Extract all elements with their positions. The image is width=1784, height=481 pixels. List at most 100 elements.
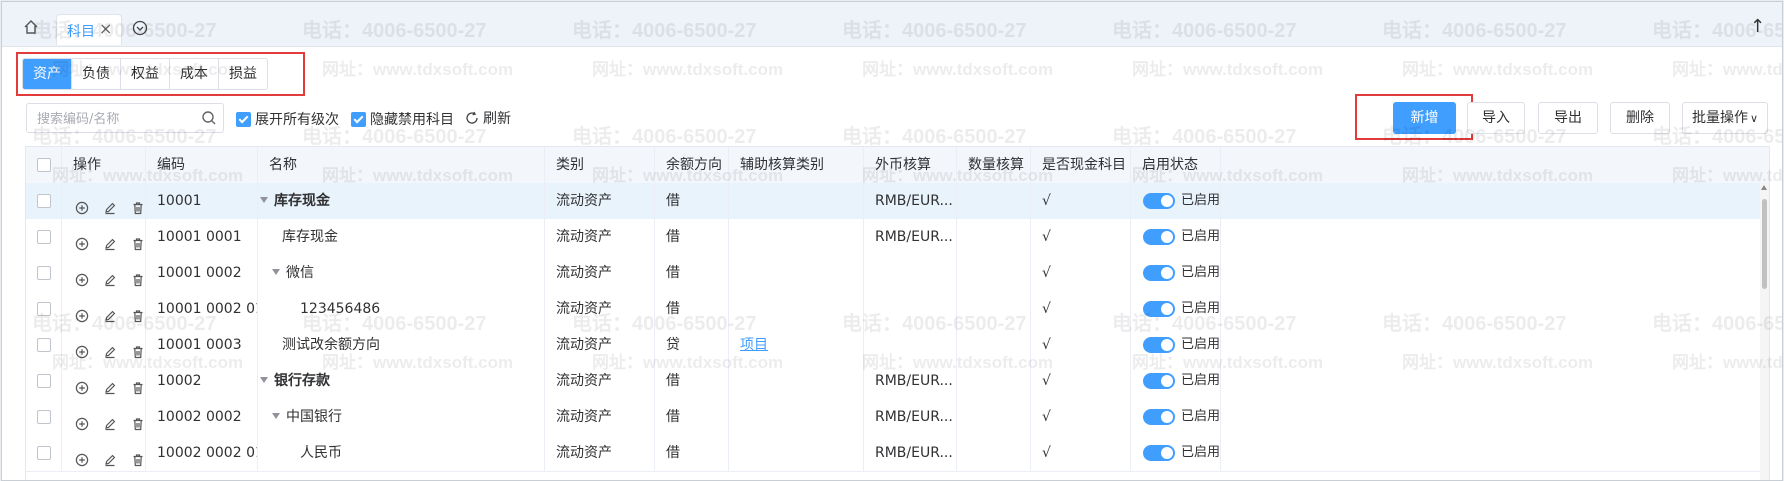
table-row[interactable]: 10001 0003 测试改余额方向 流动资产贷项目 √ 已启用 (26, 327, 1769, 364)
aux-link[interactable]: 项目 (740, 337, 768, 353)
scroll-top-icon[interactable]: ↑ (1750, 16, 1765, 37)
edit-icon[interactable] (103, 409, 119, 431)
status-toggle[interactable] (1143, 193, 1175, 209)
status-toggle[interactable] (1143, 337, 1175, 353)
status-label: 已启用 (1181, 265, 1221, 280)
edit-icon[interactable] (103, 337, 119, 359)
row-select-cell (26, 255, 62, 291)
refresh-button[interactable]: 刷新 (465, 108, 511, 128)
row-checkbox[interactable] (37, 302, 51, 316)
category-tab-1[interactable]: 负债 (72, 59, 121, 89)
add-child-icon[interactable] (75, 373, 91, 395)
status-toggle[interactable] (1143, 373, 1175, 389)
status-toggle[interactable] (1143, 265, 1175, 281)
vertical-scrollbar[interactable] (1760, 183, 1769, 480)
expand-caret-icon[interactable] (272, 413, 280, 419)
add-child-icon[interactable] (75, 337, 91, 359)
code-cell: 10001 0002 (146, 255, 258, 291)
export-button[interactable]: 导出 (1538, 102, 1598, 134)
delete-icon[interactable] (131, 301, 145, 323)
row-checkbox[interactable] (37, 230, 51, 244)
subjects-table: 操作 编码 名称 类别 余额方向 辅助核算类别 外币核算 数量核算 是否现金科目 启用状态 100… (25, 146, 1770, 480)
direction-cell: 借 (655, 183, 729, 219)
delete-icon[interactable] (131, 265, 145, 287)
category-tab-4[interactable]: 损益 (219, 59, 267, 89)
row-checkbox[interactable] (37, 338, 51, 352)
table-row[interactable]: 10002 0002 中国银行 流动资产借 RMB/EUR... √ 已启用 (26, 399, 1769, 436)
delete-icon[interactable] (131, 337, 145, 359)
add-child-icon[interactable] (75, 445, 91, 467)
hide-disabled-label: 隐藏禁用科目 (370, 112, 454, 128)
status-toggle[interactable] (1143, 301, 1175, 317)
category-tab-0[interactable]: 资产 (23, 59, 72, 89)
table-row[interactable]: 10001 0002 01 123456486 流动资产借 √ 已启用 (26, 291, 1769, 328)
type-cell: 流动资产 (545, 435, 655, 471)
delete-icon[interactable] (131, 229, 145, 251)
table-row[interactable]: 10002 银行存款 流动资产借 RMB/EUR... √ 已启用 (26, 363, 1769, 400)
table-row[interactable]: 10002 0002 01 人民币 流动资产借 RMB/EUR... √ 已启用 (26, 435, 1769, 472)
home-icon[interactable] (22, 18, 40, 36)
row-select-cell (26, 291, 62, 327)
table-row[interactable]: 10001 库存现金 流动资产借 RMB/EUR... √ 已启用 (26, 183, 1769, 220)
add-child-icon[interactable] (75, 409, 91, 431)
row-checkbox[interactable] (37, 194, 51, 208)
chevron-down-icon: ∨ (1749, 112, 1759, 125)
direction-cell: 借 (655, 291, 729, 327)
add-child-icon[interactable] (75, 229, 91, 251)
import-button[interactable]: 导入 (1467, 102, 1525, 134)
search-input[interactable] (35, 104, 199, 134)
chevron-down-circle-icon[interactable] (132, 20, 148, 36)
edit-icon[interactable] (103, 193, 119, 215)
add-child-icon[interactable] (75, 193, 91, 215)
type-cell: 流动资产 (545, 327, 655, 363)
name-cell: 测试改余额方向 (258, 327, 545, 363)
status-toggle[interactable] (1143, 229, 1175, 245)
add-child-icon[interactable] (75, 301, 91, 323)
delete-button[interactable]: 删除 (1610, 102, 1670, 134)
edit-icon[interactable] (103, 229, 119, 251)
select-all-checkbox[interactable] (37, 158, 51, 172)
delete-icon[interactable] (131, 445, 145, 467)
cash-cell: √ (1031, 291, 1131, 327)
scroll-up-icon[interactable] (1761, 185, 1767, 190)
status-toggle[interactable] (1143, 445, 1175, 461)
category-tab-3[interactable]: 成本 (170, 59, 219, 89)
table-row[interactable]: 10001 0001 库存现金 流动资产借 RMB/EUR... √ 已启用 (26, 219, 1769, 256)
expand-caret-icon[interactable] (260, 377, 268, 383)
edit-icon[interactable] (103, 373, 119, 395)
delete-icon[interactable] (131, 373, 145, 395)
category-tab-2[interactable]: 权益 (121, 59, 170, 89)
row-checkbox[interactable] (37, 410, 51, 424)
delete-icon[interactable] (131, 409, 145, 431)
direction-cell: 借 (655, 399, 729, 435)
row-checkbox[interactable] (37, 266, 51, 280)
cash-cell: √ (1031, 399, 1131, 435)
column-header: 名称 (258, 147, 545, 183)
aux-cell: 项目 (729, 327, 864, 363)
cash-cell: √ (1031, 183, 1131, 219)
tab-subjects[interactable]: 科目 × (56, 14, 122, 45)
currency-cell (864, 291, 957, 327)
status-toggle[interactable] (1143, 409, 1175, 425)
table-row[interactable]: 10001 0002 微信 流动资产借 √ 已启用 (26, 255, 1769, 292)
edit-icon[interactable] (103, 265, 119, 287)
edit-icon[interactable] (103, 301, 119, 323)
batch-operations-button[interactable]: 批量操作 ∨ (1682, 102, 1768, 134)
expand-caret-icon[interactable] (260, 197, 268, 203)
delete-icon[interactable] (131, 193, 145, 215)
close-icon[interactable]: × (99, 19, 112, 38)
search-icon[interactable] (201, 110, 217, 126)
expand-all-checkbox[interactable]: 展开所有级次 (236, 109, 339, 129)
code-cell: 10002 (146, 363, 258, 399)
edit-icon[interactable] (103, 445, 119, 467)
row-checkbox[interactable] (37, 446, 51, 460)
add-button[interactable]: 新增 (1393, 102, 1456, 134)
table-header: 操作 编码 名称 类别 余额方向 辅助核算类别 外币核算 数量核算 是否现金科目 启用状态 (26, 147, 1769, 184)
code-cell: 10001 0001 (146, 219, 258, 255)
row-actions (62, 255, 146, 291)
add-child-icon[interactable] (75, 265, 91, 287)
hide-disabled-checkbox[interactable]: 隐藏禁用科目 (351, 109, 454, 129)
row-checkbox[interactable] (37, 374, 51, 388)
scrollbar-thumb[interactable] (1762, 199, 1767, 289)
expand-caret-icon[interactable] (272, 269, 280, 275)
